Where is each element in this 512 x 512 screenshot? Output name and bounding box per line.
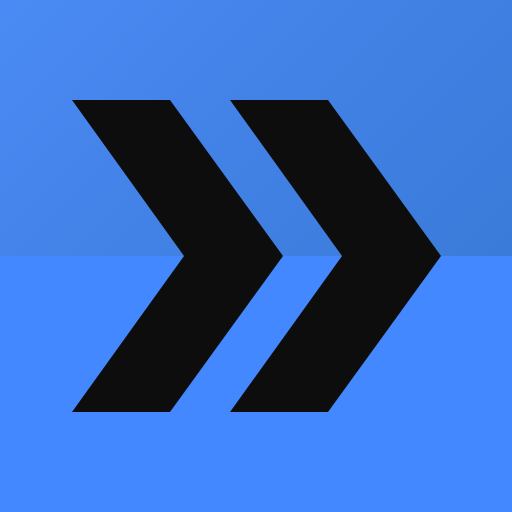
- app-icon: [0, 0, 512, 512]
- chevron-left-icon: [72, 100, 283, 412]
- fast-forward-icon: [72, 100, 441, 412]
